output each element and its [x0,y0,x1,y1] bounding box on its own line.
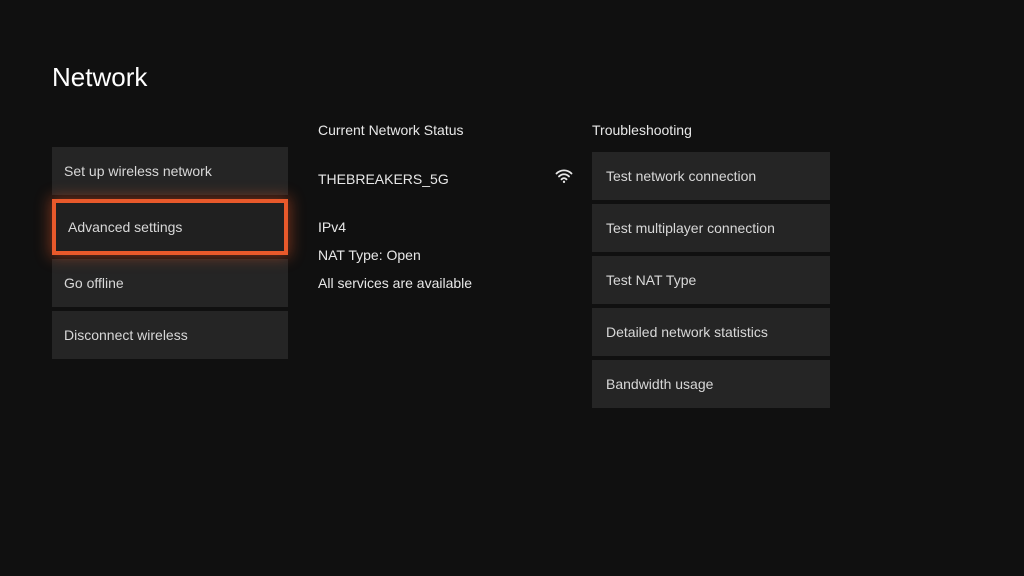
wifi-icon [554,166,574,191]
troubleshoot-item-label: Bandwidth usage [606,376,713,392]
troubleshoot-item-detailed-stats[interactable]: Detailed network statistics [592,308,830,356]
sidebar-item-advanced-settings[interactable]: Advanced settings [52,199,288,255]
troubleshoot-item-label: Test multiplayer connection [606,220,775,236]
troubleshoot-item-label: Test NAT Type [606,272,696,288]
sidebar-item-label: Advanced settings [68,219,182,235]
sidebar: Set up wireless network Advanced setting… [52,147,288,359]
troubleshoot-item-bandwidth[interactable]: Bandwidth usage [592,360,830,408]
troubleshoot-item-test-multiplayer[interactable]: Test multiplayer connection [592,204,830,252]
status-heading: Current Network Status [318,122,574,138]
page-title: Network [52,62,147,93]
troubleshoot-item-label: Test network connection [606,168,756,184]
sidebar-item-go-offline[interactable]: Go offline [52,259,288,307]
troubleshooting-heading: Troubleshooting [592,122,830,138]
sidebar-item-setup-wireless[interactable]: Set up wireless network [52,147,288,195]
sidebar-item-label: Set up wireless network [64,163,212,179]
status-network-row: THEBREAKERS_5G [318,166,574,191]
status-nat-type: NAT Type: Open [318,247,574,263]
troubleshoot-item-test-network[interactable]: Test network connection [592,152,830,200]
sidebar-item-disconnect-wireless[interactable]: Disconnect wireless [52,311,288,359]
troubleshoot-item-test-nat[interactable]: Test NAT Type [592,256,830,304]
troubleshooting-list: Test network connection Test multiplayer… [592,152,830,408]
troubleshooting-panel: Troubleshooting Test network connection … [592,122,830,408]
status-services: All services are available [318,275,574,291]
status-network-name: THEBREAKERS_5G [318,171,449,187]
status-panel: Current Network Status THEBREAKERS_5G IP… [318,122,574,303]
sidebar-item-label: Go offline [64,275,124,291]
status-ip-version: IPv4 [318,219,574,235]
sidebar-item-label: Disconnect wireless [64,327,188,343]
troubleshoot-item-label: Detailed network statistics [606,324,768,340]
